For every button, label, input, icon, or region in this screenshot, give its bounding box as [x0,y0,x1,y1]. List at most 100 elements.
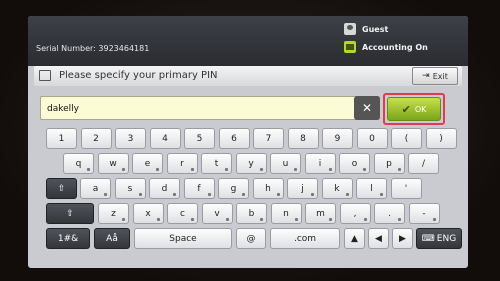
arrow-up-key[interactable]: ▲ [344,228,365,249]
key-label: v [214,208,220,219]
key-l[interactable]: l [356,178,387,199]
key-a[interactable]: a [80,178,111,199]
key-d[interactable]: d [149,178,180,199]
key-'[interactable]: ' [390,178,422,199]
key-x[interactable]: x [132,203,164,224]
accent-indicator [190,168,194,171]
pin-input[interactable] [47,101,327,117]
header-bar: Serial Number: 3923464181 Guest Accounti… [28,16,468,66]
accent-indicator [397,168,401,171]
caps-shift-key[interactable]: ⇧ [46,203,94,224]
key-label: , [353,208,357,219]
accent-indicator [328,168,332,171]
key-dash[interactable]: - [408,203,440,224]
key-label: .com [293,233,317,244]
key-7[interactable]: 7 [253,128,284,149]
accounting-icon [344,41,356,53]
accent-key[interactable]: Aå [94,228,130,249]
key-label: n [283,208,289,219]
key-)[interactable]: ) [425,128,457,149]
key-c[interactable]: c [167,203,198,224]
key-s[interactable]: s [114,178,146,199]
key-,[interactable]: , [339,203,371,224]
accent-indicator [432,218,436,221]
accent-indicator [311,193,314,196]
space-key[interactable]: Space [134,228,232,249]
key-r[interactable]: r [166,153,198,174]
key-w[interactable]: w [97,153,129,174]
arrow-right-key[interactable]: ▶ [392,228,413,249]
key-8[interactable]: 8 [287,128,319,149]
key-label: f [197,183,201,194]
accent-indicator [242,193,245,196]
keyboard-icon: ⌨ [421,233,435,244]
key-i[interactable]: i [304,153,336,174]
ok-button[interactable]: ✔ OK [387,97,441,121]
exit-button[interactable]: ⇥ Exit [412,67,458,85]
key-q[interactable]: q [63,153,94,174]
key-h[interactable]: h [252,178,284,199]
key-/[interactable]: / [408,153,439,174]
key-3[interactable]: 3 [115,128,146,149]
key-u[interactable]: u [270,153,301,174]
key-([interactable]: ( [391,128,422,149]
key-z[interactable]: z [98,203,129,224]
key-j[interactable]: j [287,178,318,199]
key-label: k [334,183,340,194]
key-v[interactable]: v [201,203,233,224]
symbols-key[interactable]: 1#& [46,228,90,249]
dialog-title: Please specify your primary PIN [59,70,218,81]
key-5[interactable]: 5 [184,128,215,149]
key-m[interactable]: m [305,203,336,224]
key-label: h [265,183,271,194]
ok-label: OK [414,104,427,114]
accent-indicator [329,218,332,221]
dialog-titlebar: Please specify your primary PIN ⇥ Exit [34,66,462,86]
at-key[interactable]: @ [236,228,266,249]
key-p[interactable]: p [373,153,405,174]
pin-input-box[interactable] [40,96,380,120]
key-label: 9 [334,133,341,144]
accent-indicator [104,193,107,196]
clear-icon: ✕ [361,101,373,115]
key-4[interactable]: 4 [149,128,181,149]
checkmark-icon: ✔ [401,102,411,116]
accent-indicator [398,218,401,221]
accent-indicator [259,168,263,171]
guest-row[interactable]: Guest [344,20,462,38]
key-e[interactable]: e [132,153,163,174]
accent-indicator [122,218,125,221]
dotcom-key[interactable]: .com [270,228,340,249]
key-0[interactable]: 0 [356,128,388,149]
key-label: t [214,158,219,169]
key-b[interactable]: b [236,203,267,224]
key-9[interactable]: 9 [322,128,353,149]
clear-button[interactable]: ✕ [354,96,380,120]
shift-key[interactable]: ⇧ [46,178,77,199]
key-label: d [161,183,168,194]
language-key[interactable]: ⌨ ENG [416,228,462,249]
key-o[interactable]: o [339,153,370,174]
accent-indicator [276,193,280,196]
key-y[interactable]: y [235,153,267,174]
exit-label: Exit [432,71,448,81]
key-k[interactable]: k [321,178,353,199]
key-.[interactable]: . [374,203,405,224]
key-6[interactable]: 6 [218,128,250,149]
key-label: 3 [127,133,134,144]
key-f[interactable]: f [183,178,215,199]
key-label: ( [404,133,409,144]
accounting-row[interactable]: Accounting On [344,38,462,56]
user-panel[interactable]: Guest Accounting On [344,20,462,60]
key-2[interactable]: 2 [80,128,112,149]
arrow-left-key[interactable]: ◀ [368,228,389,249]
key-1[interactable]: 1 [46,128,77,149]
key-g[interactable]: g [218,178,249,199]
key-label: . [388,208,391,219]
accounting-label: Accounting On [362,42,428,52]
key-n[interactable]: n [270,203,302,224]
key-t[interactable]: t [201,153,232,174]
key-label: l [370,183,373,194]
accent-indicator [363,168,366,171]
key-label: p [386,158,392,169]
